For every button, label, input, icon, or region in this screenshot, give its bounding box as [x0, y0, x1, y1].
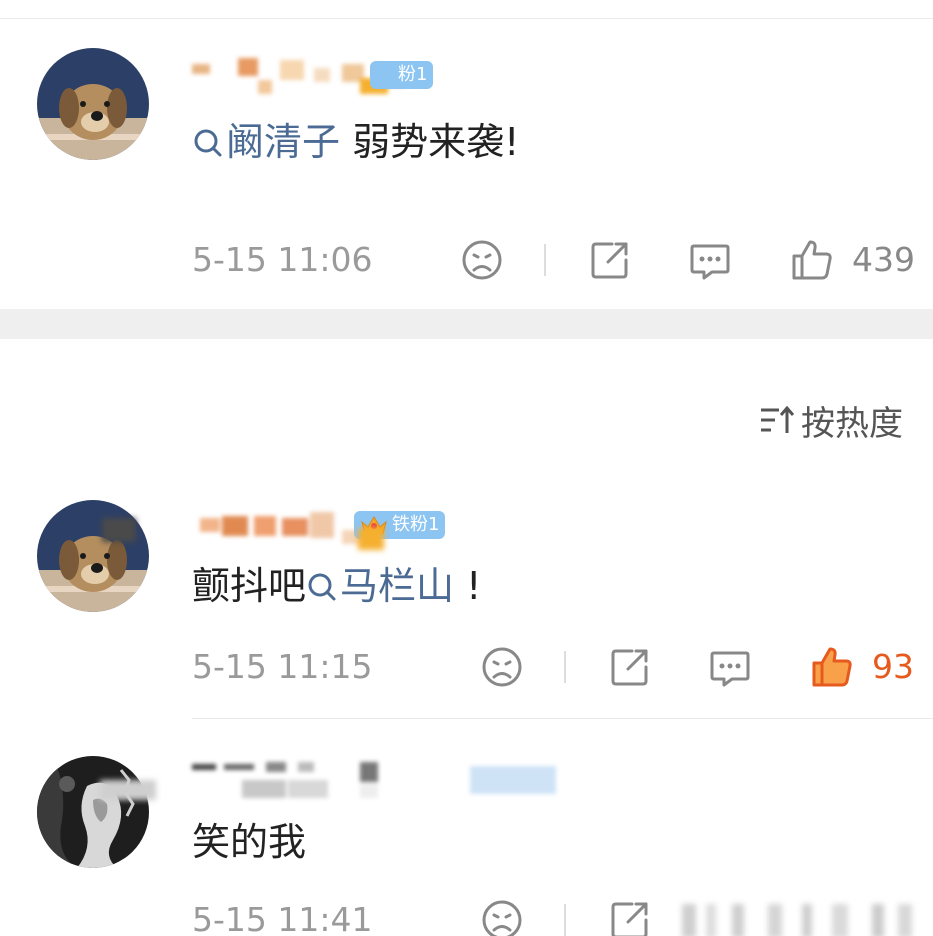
action-bar: 5-15 11:06 439 — [192, 238, 915, 282]
comment-text-part: 弱势来袭! — [340, 120, 520, 164]
timestamp: 5-15 11:41 — [192, 900, 373, 936]
like-button[interactable] — [810, 645, 854, 689]
action-bar: 5-15 11:41 — [192, 898, 914, 936]
comment-text-part: 笑的我 — [192, 820, 307, 864]
user-row: 铁粉1 — [192, 508, 492, 550]
share-button[interactable] — [608, 898, 652, 936]
dislike-button[interactable] — [480, 645, 524, 689]
watermark-redaction — [682, 904, 912, 936]
user-row: 粉1 — [192, 58, 492, 94]
reply-button[interactable] — [688, 238, 732, 282]
comment-bubble-icon — [710, 651, 750, 687]
share-icon — [611, 902, 648, 936]
comment-page: 粉1 阚清子 弱势来袭! 5-15 11:06 439 按热度 铁粉1 颤抖吧 … — [0, 0, 933, 936]
sort-label: 按热度 — [801, 403, 903, 444]
action-separator — [544, 244, 546, 276]
comment-text: 笑的我 — [192, 818, 306, 866]
search-icon — [308, 573, 336, 601]
user-row — [192, 762, 572, 798]
topic-label: 马栏山 — [340, 564, 455, 608]
avatar[interactable] — [37, 756, 149, 868]
username-redacted[interactable] — [192, 508, 372, 544]
reply-button[interactable] — [708, 645, 752, 689]
avatar-redaction — [102, 518, 136, 542]
comment-divider — [192, 718, 933, 719]
action-separator — [564, 904, 566, 936]
badge-redaction — [358, 528, 384, 550]
share-button[interactable] — [588, 238, 632, 282]
avatar-redaction — [100, 780, 156, 800]
action-bar: 5-15 11:15 93 — [192, 645, 914, 689]
comment-text-part: ! — [454, 564, 482, 608]
dislike-button[interactable] — [480, 898, 524, 936]
username-redacted[interactable] — [192, 762, 562, 798]
topic-link[interactable]: 马栏山 — [306, 564, 454, 608]
section-divider — [0, 309, 933, 339]
avatar[interactable] — [37, 48, 149, 160]
share-icon — [591, 242, 628, 279]
timestamp: 5-15 11:15 — [192, 647, 373, 686]
share-icon — [611, 649, 648, 686]
sort-icon — [761, 405, 795, 433]
dislike-button[interactable] — [460, 238, 504, 282]
sort-toggle[interactable]: 按热度 — [759, 398, 903, 444]
thumbs-up-icon — [792, 240, 832, 280]
search-icon — [194, 129, 222, 157]
comment-text: 阚清子 弱势来袭! — [192, 118, 519, 166]
like-count: 439 — [852, 240, 915, 279]
top-divider — [0, 18, 933, 19]
action-separator — [564, 651, 566, 683]
thumbs-up-icon — [812, 647, 852, 687]
like-button[interactable] — [790, 238, 834, 282]
like-count: 93 — [872, 647, 914, 686]
timestamp: 5-15 11:06 — [192, 240, 373, 279]
share-button[interactable] — [608, 645, 652, 689]
sad-face-icon — [482, 647, 522, 687]
topic-link[interactable]: 阚清子 — [192, 120, 340, 164]
comment-text: 颤抖吧 马栏山 ! — [192, 562, 481, 610]
comment-text-part: 颤抖吧 — [192, 564, 307, 608]
fan-badge-label: 粉1 — [398, 64, 428, 85]
sad-face-icon — [482, 900, 522, 936]
sad-face-icon — [462, 240, 502, 280]
topic-label: 阚清子 — [226, 120, 341, 164]
comment-bubble-icon — [690, 244, 730, 280]
fan-badge[interactable]: 粉1 — [370, 61, 434, 89]
